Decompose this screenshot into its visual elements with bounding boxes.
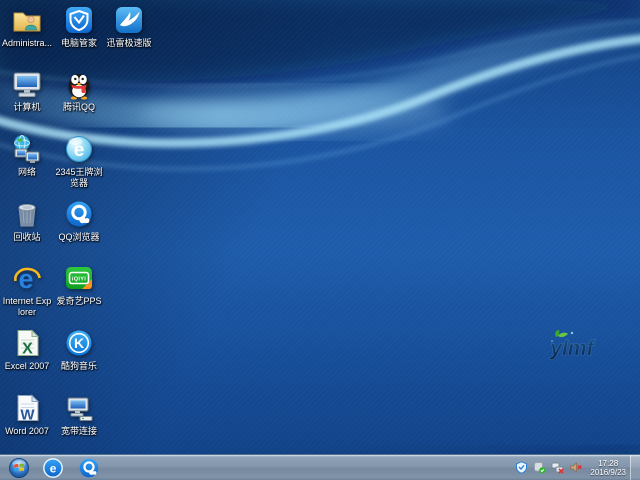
desktop-icon-label: 酷狗音乐 [61, 361, 97, 372]
desktop-icon-label: 网络 [18, 167, 36, 178]
word-icon: W [11, 392, 43, 424]
iqiyi-glyph: iQIYI [72, 276, 86, 282]
desktop-icon-label: 宽带连接 [61, 426, 97, 437]
desktop-icon-internet-explorer[interactable]: e Internet Explorer [2, 262, 52, 318]
excel-icon: X [11, 327, 43, 359]
desktop-icon-thunder[interactable]: 迅雷极速版 [104, 4, 154, 49]
x-glyph: X [22, 341, 33, 358]
desktop-icon-pc-manager[interactable]: 电脑管家 [54, 4, 104, 49]
taskbar: e [0, 454, 640, 480]
clock-time: 17:28 [590, 459, 626, 468]
browser-e-icon: e [63, 133, 95, 165]
clock-date: 2016/9/23 [590, 468, 626, 477]
desktop-icon-kugou-music[interactable]: K 酷狗音乐 [54, 327, 104, 372]
tray-security-shield-icon[interactable] [513, 460, 529, 476]
system-tray: 17:28 2016/9/23 [512, 455, 640, 480]
ylmf-logo-text: ylmf [549, 337, 595, 360]
desktop-screen: Administra... 电脑管家 迅雷极速版 [0, 0, 640, 480]
qq-browser-taskbar-icon [78, 457, 100, 479]
k-glyph: K [74, 335, 84, 351]
e-glyph: e [50, 461, 57, 475]
desktop-icon-word-2007[interactable]: W Word 2007 [2, 392, 52, 437]
shield-icon [63, 4, 95, 36]
desktop-icon-computer[interactable]: 计算机 [2, 68, 52, 113]
tray-network-disconnected-icon[interactable] [549, 460, 565, 476]
desktop-icon-label: Excel 2007 [5, 361, 50, 372]
desktop-icon-excel-2007[interactable]: X Excel 2007 [2, 327, 52, 372]
penguin-icon [63, 68, 95, 100]
recycle-bin-icon [11, 198, 43, 230]
taskbar-clock[interactable]: 17:28 2016/9/23 [590, 459, 626, 477]
taskbar-pinned-qq-browser[interactable] [74, 456, 104, 480]
desktop-icon-label: 2345王牌浏览器 [54, 167, 104, 189]
desktop-icon-2345-browser[interactable]: e 2345王牌浏览器 [54, 133, 104, 189]
desktop-icon-label: QQ浏览器 [58, 232, 99, 243]
broadband-icon [63, 392, 95, 424]
iqiyi-icon: iQIYI [63, 262, 95, 294]
show-desktop-button[interactable] [630, 455, 640, 480]
tray-green-check-icon[interactable] [531, 460, 547, 476]
qq-browser-icon [63, 198, 95, 230]
kugou-icon: K [63, 327, 95, 359]
desktop-icon-label: 回收站 [13, 232, 40, 243]
network-icon [11, 133, 43, 165]
user-folder-icon [11, 4, 43, 36]
desktop-icon-iqiyi-pps[interactable]: iQIYI 爱奇艺PPS [54, 262, 104, 307]
desktop-icon-label: 迅雷极速版 [106, 38, 151, 49]
desktop-icon-qq-browser[interactable]: QQ浏览器 [54, 198, 104, 243]
ie-taskbar-icon: e [42, 457, 64, 479]
desktop-icon-label: 爱奇艺PPS [56, 296, 101, 307]
ie-icon: e [11, 262, 43, 294]
windows-orb-icon [8, 457, 30, 479]
taskbar-pinned-internet-explorer[interactable]: e [38, 456, 68, 480]
desktop-icon-administrator[interactable]: Administra... [2, 4, 52, 49]
w-glyph: W [20, 407, 35, 424]
computer-icon [11, 68, 43, 100]
desktop-icon-label: 腾讯QQ [63, 102, 95, 113]
desktop-icon-label: 计算机 [13, 102, 40, 113]
desktop-icon-label: Administra... [2, 38, 52, 49]
tray-volume-muted-icon[interactable] [567, 460, 583, 476]
bird-icon [113, 4, 145, 36]
ylmf-logo: ylmf [528, 328, 612, 367]
desktop-icon-label: 电脑管家 [61, 38, 97, 49]
desktop-icon-label: Word 2007 [5, 426, 49, 437]
start-button[interactable] [6, 456, 32, 480]
desktop-icon-network[interactable]: 网络 [2, 133, 52, 178]
e-glyph: e [74, 140, 85, 161]
desktop-icon-broadband[interactable]: 宽带连接 [54, 392, 104, 437]
desktop-icon-label: Internet Explorer [2, 296, 52, 318]
desktop-icon-qq[interactable]: 腾讯QQ [54, 68, 104, 113]
desktop-icon-recycle-bin[interactable]: 回收站 [2, 198, 52, 243]
